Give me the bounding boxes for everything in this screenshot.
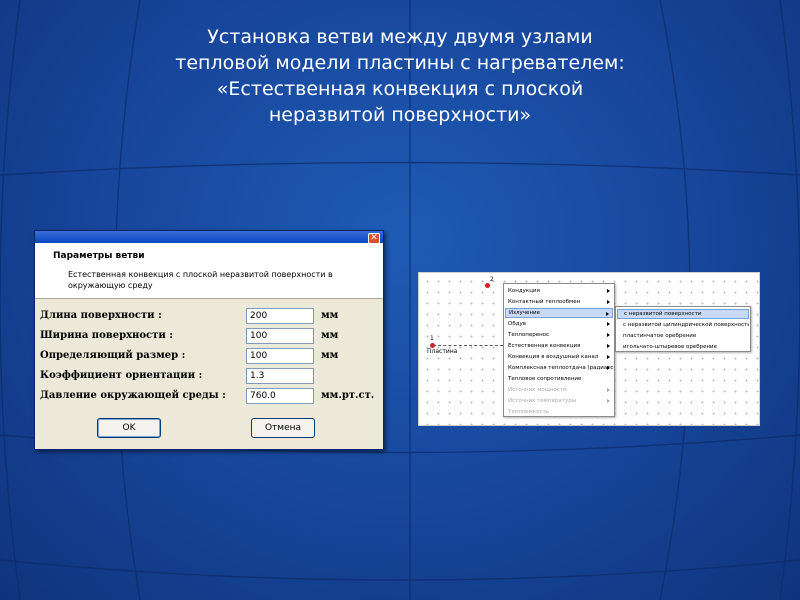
menu-item[interactable]: Контактный теплообмен xyxy=(505,297,613,307)
submenu-arrow-icon xyxy=(607,322,610,326)
branch-parameters-dialog: ✕ Параметры ветви Естественная конвекция… xyxy=(34,230,384,450)
menu-item: Источник мощности xyxy=(505,385,613,395)
menu-item-label: Обдув xyxy=(508,321,527,327)
submenu-arrow-icon xyxy=(607,366,610,370)
param-row-pressure: Давление окружающей среды : 760.0 мм.рт.… xyxy=(35,387,383,407)
menu-item[interactable]: Теплоперенос xyxy=(505,330,613,340)
submenu-arrow-icon xyxy=(606,312,609,316)
cancel-button[interactable]: Отмена xyxy=(251,418,315,438)
param-unit: мм xyxy=(321,330,339,341)
menu-item-label: Источник мощности xyxy=(508,387,567,393)
param-label: Давление окружающей среды : xyxy=(40,390,226,401)
dialog-header: Параметры ветви Естественная конвекция с… xyxy=(35,243,383,299)
defining-size-input[interactable]: 100 xyxy=(246,348,314,364)
menu-item-label: Контактный теплообмен xyxy=(508,299,581,305)
param-label: Коэффициент ориентации : xyxy=(40,370,203,381)
param-row-defining-size: Определяющий размер : 100 мм xyxy=(35,347,383,367)
menu-item[interactable]: Обдув xyxy=(505,319,613,329)
param-row-orientation: Коэффициент ориентации : 1.3 xyxy=(35,367,383,387)
title-line: неразвитой поверхности» xyxy=(268,104,532,126)
slide: { "slide": { "title_lines": [ "Установка… xyxy=(0,0,800,600)
radiation-submenu: с неразвитой поверхности с неразвитой цил… xyxy=(615,306,751,352)
param-label: Ширина поверхности : xyxy=(40,330,173,341)
submenu-arrow-icon xyxy=(607,399,610,403)
submenu-arrow-icon xyxy=(607,344,610,348)
submenu-arrow-icon xyxy=(607,333,610,337)
submenu-item[interactable]: с неразвитой цилиндрической поверхности xyxy=(617,320,749,330)
plate-connection-line xyxy=(433,345,503,346)
submenu-arrow-icon xyxy=(607,355,610,359)
menu-item: Источник температуры xyxy=(505,396,613,406)
menu-item: Теплоемкость xyxy=(505,407,613,417)
param-row-width: Ширина поверхности : 100 мм xyxy=(35,327,383,347)
title-line: тепловой модели пластины с нагревателем: xyxy=(175,52,625,74)
submenu-item[interactable]: пластинчатое оребрение xyxy=(617,331,749,341)
submenu-item[interactable]: игольчато-штыревое оребрение xyxy=(617,342,749,352)
submenu-arrow-icon xyxy=(607,289,610,293)
title-line: Установка ветви между двумя узлами xyxy=(207,26,593,48)
menu-item-label: Конвекция в воздушный канал xyxy=(508,354,599,360)
ok-button[interactable]: OK xyxy=(97,418,161,438)
param-row-length: Длина поверхности : 200 мм xyxy=(35,307,383,327)
menu-item[interactable]: Тепловое сопротивление xyxy=(505,374,613,384)
node-number: 1 xyxy=(430,335,434,342)
menu-item[interactable]: Комплексная теплоотдача (радиатор) xyxy=(505,363,613,373)
menu-item-label: Тепловое сопротивление xyxy=(508,376,582,382)
submenu-arrow-icon xyxy=(607,388,610,392)
menu-item-label: Комплексная теплоотдача (радиатор) xyxy=(508,365,613,371)
param-label: Определяющий размер : xyxy=(40,350,186,361)
param-unit: мм.рт.ст. xyxy=(321,390,375,401)
dialog-title: Параметры ветви xyxy=(53,251,145,261)
param-label: Длина поверхности : xyxy=(40,310,162,321)
menu-item-label: Теплоперенос xyxy=(508,332,550,338)
submenu-arrow-icon xyxy=(607,300,610,304)
param-unit: мм xyxy=(321,350,339,361)
surface-width-input[interactable]: 100 xyxy=(246,328,314,344)
model-editor-canvas[interactable]: 2 1 Пластина Кондукция Контактный теплооб… xyxy=(418,272,760,426)
menu-item[interactable]: Конвекция в воздушный канал xyxy=(505,352,613,362)
menu-item-label: Кондукция xyxy=(508,288,540,294)
menu-item-label: Излучение xyxy=(509,310,540,316)
submenu-item[interactable]: с неразвитой поверхности xyxy=(617,309,749,319)
menu-item[interactable]: Излучение xyxy=(505,308,613,318)
node-2-dot[interactable] xyxy=(485,283,490,288)
ambient-pressure-input[interactable]: 760.0 xyxy=(246,388,314,404)
menu-item-label: Естественная конвекция xyxy=(508,343,581,349)
plate-label: Пластина xyxy=(427,348,458,355)
title-line: «Естественная конвекция с плоской xyxy=(216,78,584,100)
menu-item-label: Источник температуры xyxy=(508,398,577,404)
branch-type-context-menu: Кондукция Контактный теплообмен Излучение О… xyxy=(503,283,615,417)
dialog-description: Естественная конвекция с плоской неразви… xyxy=(68,270,333,290)
menu-item[interactable]: Естественная конвекция xyxy=(505,341,613,351)
orientation-coefficient-input[interactable]: 1.3 xyxy=(246,368,314,384)
node-number: 2 xyxy=(490,276,494,283)
surface-length-input[interactable]: 200 xyxy=(246,308,314,324)
dialog-titlebar[interactable]: ✕ xyxy=(35,231,383,244)
slide-title: Установка ветви между двумя узлами тепло… xyxy=(100,24,700,128)
menu-item[interactable]: Кондукция xyxy=(505,286,613,296)
param-unit: мм xyxy=(321,310,339,321)
menu-item-label: Теплоемкость xyxy=(508,409,549,415)
